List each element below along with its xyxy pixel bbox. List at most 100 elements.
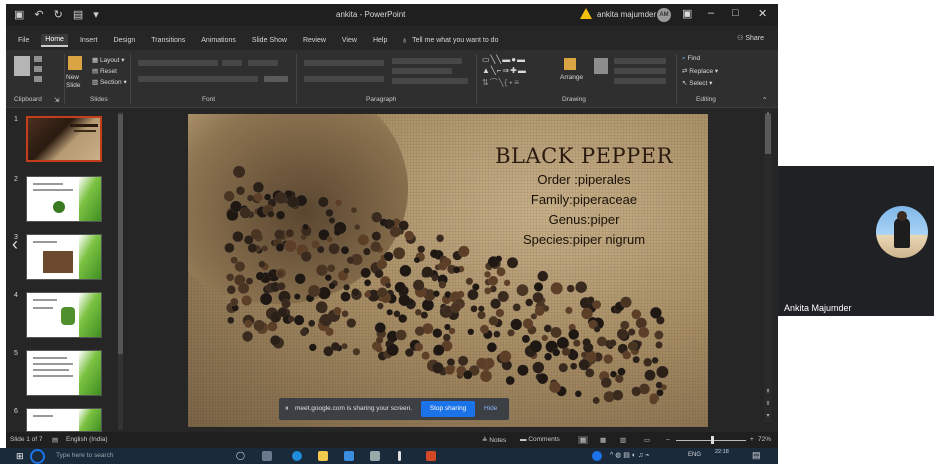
shape-effects-button[interactable] <box>614 78 666 84</box>
windows-start-icon[interactable]: ⊞ <box>16 451 24 462</box>
slide-text-family[interactable]: Family:piperaceae <box>484 192 684 207</box>
section-button[interactable]: ▥ Section ▾ <box>92 78 127 86</box>
scroll-down-icon[interactable]: ▾ <box>764 412 772 419</box>
new-slide-button[interactable]: New Slide <box>66 74 88 90</box>
slide-title[interactable]: BLACK PEPPER <box>484 144 684 168</box>
cortana-icon[interactable] <box>30 449 45 464</box>
comments-button[interactable]: ▬ Comments <box>520 436 560 443</box>
tab-animations[interactable]: Animations <box>197 35 240 46</box>
new-slide-icon[interactable] <box>68 56 82 70</box>
slide-thumbnail-2[interactable] <box>26 176 102 222</box>
stop-sharing-button[interactable]: Stop sharing <box>421 401 475 417</box>
zoom-level[interactable]: 72% <box>758 436 771 443</box>
warning-icon[interactable] <box>580 8 592 19</box>
scroll-down-page-icon[interactable]: ⇟ <box>764 400 772 407</box>
share-button[interactable]: ⚇ Share <box>737 34 764 42</box>
language-indicator[interactable]: ENG <box>688 452 701 458</box>
shapes-gallery-row2[interactable]: ▲╲⌐⇒✚▬ <box>482 66 527 75</box>
text-direction-button[interactable] <box>392 58 462 64</box>
ribbon-display-options-icon[interactable]: ▣ <box>682 7 692 20</box>
system-tray-icons[interactable]: ^ ◍ ▤ ◐ ♫ ⌁ <box>610 451 649 459</box>
layout-button[interactable]: ▦ Layout ▾ <box>92 56 125 64</box>
tab-slide-show[interactable]: Slide Show <box>248 35 291 46</box>
previous-slide-chevron-icon[interactable]: ‹ <box>12 234 18 255</box>
slide-text-species[interactable]: Species:piper nigrum <box>484 232 684 247</box>
account-name[interactable]: ankita majumder <box>597 10 656 19</box>
font-style-buttons[interactable] <box>138 76 258 82</box>
slide-scrollbar[interactable]: ▴ ⇞ ⇟ ▾ <box>764 110 772 422</box>
cut-icon[interactable] <box>34 56 42 62</box>
slide-thumbnail-5[interactable] <box>26 350 102 396</box>
customize-toolbar-icon[interactable]: ▾ <box>93 8 99 21</box>
paste-icon[interactable] <box>14 56 30 76</box>
tell-me-search[interactable]: Tell me what you want to do <box>412 37 498 44</box>
font-name-box[interactable] <box>138 60 218 66</box>
reading-view-icon[interactable]: ▥ <box>620 436 626 444</box>
copy-icon[interactable] <box>34 66 42 72</box>
quick-styles-icon[interactable] <box>594 58 608 74</box>
meet-taskbar-icon[interactable] <box>592 451 602 461</box>
clipboard-launcher-icon[interactable]: ⇲ <box>54 96 59 104</box>
shape-outline-button[interactable] <box>614 68 666 74</box>
reset-button[interactable]: ▤ Reset <box>92 67 117 75</box>
font-grow-shrink[interactable] <box>248 60 278 66</box>
font-size-box[interactable] <box>222 60 242 66</box>
slideshow-icon[interactable]: ▭ <box>644 436 650 444</box>
spellcheck-icon[interactable]: ▤ <box>52 436 58 444</box>
taskbar-search[interactable]: Type here to search <box>50 450 220 462</box>
slide-canvas[interactable]: BLACK PEPPER Order :piperales Family:pip… <box>188 114 708 427</box>
tab-file[interactable]: File <box>14 35 33 46</box>
list-buttons[interactable] <box>304 60 384 66</box>
tab-view[interactable]: View <box>338 35 361 46</box>
shapes-gallery[interactable]: ▭╲╲▬●▬ <box>482 55 526 64</box>
tab-insert[interactable]: Insert <box>76 35 102 46</box>
tab-review[interactable]: Review <box>299 35 330 46</box>
task-view-icon[interactable]: ◯ <box>236 451 245 460</box>
account-avatar[interactable]: AM <box>657 8 671 22</box>
replace-button[interactable]: ⇄ Replace ▾ <box>682 67 718 75</box>
save-icon[interactable]: ▣ <box>14 8 24 21</box>
close-icon[interactable]: ✕ <box>758 7 767 20</box>
convert-smartart-button[interactable] <box>392 78 468 84</box>
tab-help[interactable]: Help <box>369 35 391 46</box>
alignment-buttons[interactable] <box>304 76 384 82</box>
mail-icon[interactable] <box>344 451 354 461</box>
slide-thumbnail-3[interactable] <box>26 234 102 280</box>
hide-button[interactable]: Hide <box>484 405 497 412</box>
slide-text-genus[interactable]: Genus:piper <box>484 212 684 227</box>
zoom-slider-knob[interactable] <box>711 436 714 444</box>
maximize-icon[interactable]: □ <box>732 7 739 19</box>
scroll-up-page-icon[interactable]: ⇞ <box>764 388 772 395</box>
slide-text-order[interactable]: Order :piperales <box>484 172 684 187</box>
select-button[interactable]: ↖ Select ▾ <box>682 79 712 87</box>
font-color-button[interactable] <box>264 76 288 82</box>
slide-thumbnail-4[interactable] <box>26 292 102 338</box>
slide-sorter-icon[interactable]: ▩ <box>600 436 606 444</box>
zoom-out-icon[interactable]: – <box>666 436 670 443</box>
drag-handle-icon[interactable]: ⏸ <box>285 405 289 413</box>
zoom-in-icon[interactable]: + <box>750 436 754 443</box>
slide-thumbnail-6[interactable] <box>26 408 102 432</box>
clock[interactable]: 22:18 <box>715 449 729 456</box>
redo-icon[interactable]: ↻ <box>54 8 63 21</box>
tab-design[interactable]: Design <box>109 35 139 46</box>
notes-button[interactable]: ≜ Notes <box>482 436 506 444</box>
format-painter-icon[interactable] <box>34 76 42 82</box>
store-icon[interactable] <box>370 451 380 461</box>
participant-tile[interactable]: Ankita Majumder <box>778 166 934 316</box>
tab-transitions[interactable]: Transitions <box>147 35 189 46</box>
scrollbar-thumb[interactable] <box>118 114 123 354</box>
thumbnails-scrollbar[interactable] <box>118 112 123 430</box>
file-explorer-icon[interactable] <box>262 451 272 461</box>
align-text-button[interactable] <box>392 68 452 74</box>
undo-icon[interactable]: ↶ <box>34 8 43 21</box>
arrange-button[interactable]: Arrange <box>560 74 583 81</box>
minimize-icon[interactable]: – <box>708 7 714 19</box>
shapes-gallery-row3[interactable]: ⇅⌒╲{⋆≡ <box>482 77 520 88</box>
arrange-icon[interactable] <box>564 58 576 70</box>
folder-icon[interactable] <box>318 451 328 461</box>
notifications-icon[interactable]: ▤ <box>752 450 761 461</box>
edge-icon[interactable] <box>292 451 302 461</box>
shape-fill-button[interactable] <box>614 58 666 64</box>
collapse-ribbon-icon[interactable]: ⌃ <box>762 96 767 104</box>
